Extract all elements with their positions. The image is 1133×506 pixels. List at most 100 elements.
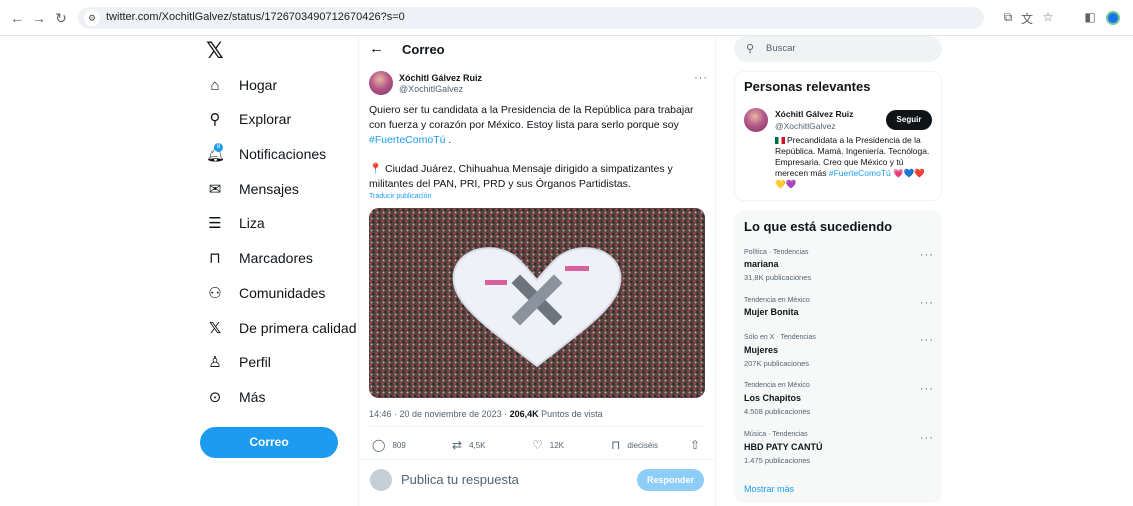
sidebar-item-messages[interactable]: ✉ Mensajes <box>206 177 299 201</box>
share-action[interactable]: ⇧ <box>690 438 707 452</box>
divider <box>369 426 705 427</box>
translate-link[interactable]: Traducir publicación <box>369 193 431 200</box>
repost-count: 4,5K <box>469 440 486 450</box>
sidebar-item-more[interactable]: ⊙ Más <box>206 385 266 409</box>
trend-context: Política · Tendencias <box>744 249 809 256</box>
hashtag-link[interactable]: #FuerteComoTú <box>369 134 445 146</box>
trend-context: Tendencia en México <box>744 382 810 389</box>
home-icon: ⌂ <box>210 76 220 94</box>
sidebar-item-lists[interactable]: ☰ Liza <box>206 211 265 235</box>
site-settings-icon[interactable]: ⚙ <box>84 10 100 26</box>
address-bar[interactable]: ⚙ twitter.com/XochitlGalvez/status/17267… <box>78 7 984 29</box>
sidebar-item-label: Perfil <box>239 354 271 370</box>
follow-button[interactable]: Seguir <box>886 110 932 130</box>
like-count: 12K <box>549 440 564 450</box>
back-arrow-icon[interactable]: ← <box>369 40 384 57</box>
trend-more-icon[interactable]: ··· <box>920 432 934 444</box>
trend-more-icon[interactable]: ··· <box>920 249 934 261</box>
sidebar-item-profile[interactable]: ♙ Perfil <box>206 350 271 374</box>
sidebar-item-label: Liza <box>239 215 265 231</box>
cast-icon[interactable]: ⧉ <box>1000 10 1016 25</box>
author-avatar[interactable] <box>369 71 393 95</box>
bio-hashtag-link[interactable]: #FuerteComoTú <box>829 168 891 178</box>
trend-more-icon[interactable]: ··· <box>920 334 934 346</box>
sidepanel-icon[interactable]: ◧ <box>1082 10 1098 24</box>
trend-item[interactable]: Mujeres <box>744 345 778 355</box>
reload-icon[interactable]: ↻ <box>52 9 70 27</box>
trend-context: Tendencia en México <box>744 297 810 304</box>
list-icon: ☰ <box>208 215 222 232</box>
communities-icon: ⚇ <box>208 285 222 302</box>
back-icon[interactable]: ← <box>8 9 26 27</box>
views-count: 206,4K <box>509 409 539 419</box>
url-text: twitter.com/XochitlGalvez/status/1726703… <box>106 11 405 23</box>
trend-more-icon[interactable]: ··· <box>920 297 934 309</box>
tweet-image[interactable] <box>369 208 705 398</box>
divider <box>359 459 715 460</box>
search-icon: ⚲ <box>746 43 755 55</box>
search-placeholder: Buscar <box>766 43 796 54</box>
notification-badge: 8 <box>214 143 223 152</box>
more-options-icon[interactable]: ··· <box>694 72 708 84</box>
trend-item[interactable]: HBD PATY CANTÚ <box>744 442 823 452</box>
bookmark-count: dieciséis <box>627 440 659 450</box>
reply-action[interactable]: ◯ 809 <box>372 438 406 452</box>
trend-context: Música · Tendencias <box>744 431 808 438</box>
heart-icon: ♡ <box>532 438 543 452</box>
relevant-handle[interactable]: @XochitlGalvez <box>775 121 836 131</box>
sidebar-item-notifications[interactable]: 🔔︎ Notificaciones <box>206 142 326 166</box>
bookmark-icon: ⊓ <box>611 438 621 452</box>
bookmark-icon: ⊓ <box>209 250 221 267</box>
tweet-timestamp[interactable]: 14:46 · 20 de noviembre de 2023 · <box>369 409 510 419</box>
post-button[interactable]: Correo <box>200 427 338 458</box>
author-handle[interactable]: @XochitlGalvez <box>399 84 463 94</box>
trend-context: Sólo en X · Tendencias <box>744 334 816 341</box>
profile-avatar[interactable] <box>1106 11 1120 25</box>
sidebar-item-label: Marcadores <box>239 250 313 266</box>
crowd-photo <box>369 208 705 398</box>
sidebar-item-explore[interactable]: ⚲ Explorar <box>206 107 292 131</box>
bookmark-action[interactable]: ⊓ dieciséis <box>611 438 658 452</box>
trend-item[interactable]: Mujer Bonita <box>744 307 799 317</box>
author-name[interactable]: Xóchitl Gálvez Ruiz <box>399 73 482 83</box>
sidebar-item-bookmarks[interactable]: ⊓ Marcadores <box>206 246 313 270</box>
tweet-metadata: 14:46 · 20 de noviembre de 2023 · 206,4K… <box>369 409 603 419</box>
tweet-text-location: 📍 Ciudad Juárez, Chihuahua Mensaje dirig… <box>369 163 673 190</box>
relevant-name[interactable]: Xóchitl Gálvez Ruiz <box>775 109 853 119</box>
search-input[interactable]: ⚲ Buscar <box>734 36 942 62</box>
repost-action[interactable]: ⇄ 4,5K <box>452 438 486 452</box>
trend-count: 4.508 publicaciones <box>744 407 811 416</box>
search-icon: ⚲ <box>209 111 221 128</box>
trend-count: 1.475 publicaciones <box>744 456 811 465</box>
person-icon: ♙ <box>208 354 222 371</box>
like-action[interactable]: ♡ 12K <box>532 438 564 452</box>
sidebar-item-label: Notificaciones <box>239 146 327 162</box>
relevant-people-title: Personas relevantes <box>744 79 871 94</box>
reply-button[interactable]: Responder <box>637 469 704 491</box>
relevant-avatar[interactable] <box>744 108 768 132</box>
tweet-text-body: Quiero ser tu candidata a la Presidencia… <box>369 104 694 131</box>
mexico-flag-icon <box>775 137 785 145</box>
sidebar-item-premium[interactable]: 𝕏 De primera calidad <box>206 316 357 340</box>
x-logo-icon[interactable]: 𝕏 <box>206 38 224 64</box>
reply-count: 809 <box>392 440 406 450</box>
trend-item[interactable]: mariana <box>744 259 779 269</box>
browser-toolbar: ← → ↻ ⚙ twitter.com/XochitlGalvez/status… <box>0 0 1133 36</box>
star-icon[interactable]: ☆ <box>1040 10 1056 24</box>
show-more-link[interactable]: Mostrar más <box>744 484 794 494</box>
sidebar-item-home[interactable]: ⌂ Hogar <box>206 73 277 97</box>
tweet-text: Quiero ser tu candidata a la Presidencia… <box>369 103 701 148</box>
forward-icon[interactable]: → <box>30 9 48 27</box>
translate-icon[interactable]: 文 <box>1019 10 1035 27</box>
sidebar-item-communities[interactable]: ⚇ Comunidades <box>206 281 325 305</box>
reply-input[interactable]: Publica tu respuesta <box>401 472 519 487</box>
trend-more-icon[interactable]: ··· <box>920 383 934 395</box>
trend-item[interactable]: Los Chapitos <box>744 393 801 403</box>
sidebar-item-label: De primera calidad <box>239 320 357 336</box>
sidebar-item-label: Mensajes <box>239 181 299 197</box>
mail-icon: ✉ <box>208 181 222 198</box>
sidebar-item-label: Más <box>239 389 266 405</box>
reply-icon: ◯ <box>372 438 386 452</box>
share-icon: ⇧ <box>690 438 701 452</box>
user-avatar <box>370 469 392 491</box>
